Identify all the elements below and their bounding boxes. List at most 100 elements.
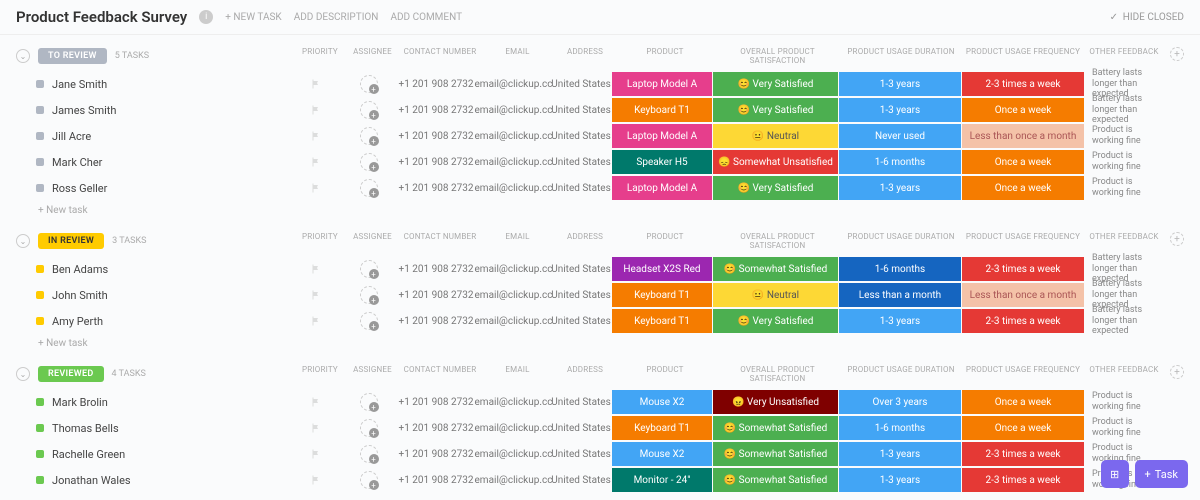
address-cell[interactable]: United States <box>551 257 611 281</box>
collapse-icon[interactable]: ⌄ <box>16 234 30 248</box>
task-name[interactable]: Ben Adams <box>52 263 283 276</box>
product-cell[interactable]: Mouse X2 <box>612 442 712 466</box>
email-cell[interactable]: email@clickup.cc <box>476 442 551 466</box>
assignee-cell[interactable]: + <box>341 257 396 281</box>
task-name[interactable]: Jill Acre <box>52 130 283 143</box>
satisfaction-cell[interactable]: 😊 Somewhat Satisfied <box>713 416 838 440</box>
col-header-email[interactable]: EMAIL <box>480 232 555 250</box>
assignee-cell[interactable]: + <box>341 72 396 96</box>
collapse-icon[interactable]: ⌄ <box>16 49 30 63</box>
col-header-frequency[interactable]: PRODUCT USAGE FREQUENCY <box>962 232 1084 250</box>
frequency-cell[interactable]: Once a week <box>962 176 1084 200</box>
feedback-cell[interactable]: Battery lasts longer than expected <box>1084 98 1164 122</box>
col-header-frequency[interactable]: PRODUCT USAGE FREQUENCY <box>962 365 1084 383</box>
satisfaction-cell[interactable]: 😊 Very Satisfied <box>713 176 838 200</box>
status-label[interactable]: IN REVIEW <box>38 233 104 249</box>
address-cell[interactable]: United States <box>551 468 611 492</box>
duration-cell[interactable]: 1-6 months <box>839 150 961 174</box>
duration-cell[interactable]: 1-3 years <box>839 72 961 96</box>
col-header-feedback[interactable]: OTHER FEEDBACK <box>1084 47 1164 65</box>
col-header-product[interactable]: PRODUCT <box>615 47 715 65</box>
assignee-cell[interactable]: + <box>341 150 396 174</box>
contact-cell[interactable]: +1 201 908 2732 <box>396 98 476 122</box>
col-header-assignee[interactable]: ASSIGNEE <box>345 365 400 383</box>
add-column-button[interactable]: + <box>1170 47 1184 61</box>
address-cell[interactable]: United States <box>551 124 611 148</box>
product-cell[interactable]: Keyboard T1 <box>612 283 712 307</box>
fab-grid-button[interactable]: ⊞ <box>1101 460 1129 488</box>
duration-cell[interactable]: Over 3 years <box>839 390 961 414</box>
contact-cell[interactable]: +1 201 908 2732 <box>396 416 476 440</box>
email-cell[interactable]: email@clickup.cc <box>476 150 551 174</box>
satisfaction-cell[interactable]: 😊 Very Satisfied <box>713 309 838 333</box>
contact-cell[interactable]: +1 201 908 2732 <box>396 283 476 307</box>
address-cell[interactable]: United States <box>551 176 611 200</box>
task-name[interactable]: Amy Perth <box>52 315 283 328</box>
collapse-icon[interactable]: ⌄ <box>16 367 30 381</box>
col-header-address[interactable]: ADDRESS <box>555 365 615 383</box>
status-dot[interactable] <box>36 132 44 140</box>
product-cell[interactable]: Laptop Model A <box>612 72 712 96</box>
new-task-row[interactable]: + New task <box>0 201 1200 220</box>
email-cell[interactable]: email@clickup.cc <box>476 257 551 281</box>
product-cell[interactable]: Keyboard T1 <box>612 309 712 333</box>
assignee-cell[interactable]: + <box>341 416 396 440</box>
frequency-cell[interactable]: 2-3 times a week <box>962 442 1084 466</box>
email-cell[interactable]: email@clickup.cc <box>476 124 551 148</box>
priority-cell[interactable] <box>291 72 341 96</box>
satisfaction-cell[interactable]: 😊 Somewhat Satisfied <box>713 468 838 492</box>
col-header-feedback[interactable]: OTHER FEEDBACK <box>1084 232 1164 250</box>
frequency-cell[interactable]: Once a week <box>962 98 1084 122</box>
satisfaction-cell[interactable]: 😊 Very Satisfied <box>713 98 838 122</box>
add-column-button[interactable]: + <box>1170 232 1184 246</box>
contact-cell[interactable]: +1 201 908 2732 <box>396 72 476 96</box>
col-header-contact[interactable]: CONTACT NUMBER <box>400 365 480 383</box>
status-dot[interactable] <box>36 265 44 273</box>
priority-cell[interactable] <box>291 98 341 122</box>
product-cell[interactable]: Keyboard T1 <box>612 98 712 122</box>
address-cell[interactable]: United States <box>551 442 611 466</box>
feedback-cell[interactable]: Product is working fine <box>1084 150 1164 174</box>
priority-cell[interactable] <box>291 442 341 466</box>
col-header-contact[interactable]: CONTACT NUMBER <box>400 47 480 65</box>
col-header-satisfaction[interactable]: OVERALL PRODUCT SATISFACTION <box>715 232 840 250</box>
contact-cell[interactable]: +1 201 908 2732 <box>396 442 476 466</box>
col-header-satisfaction[interactable]: OVERALL PRODUCT SATISFACTION <box>715 47 840 65</box>
satisfaction-cell[interactable]: 😞 Somewhat Unsatisfied <box>713 150 838 174</box>
product-cell[interactable]: Speaker H5 <box>612 150 712 174</box>
email-cell[interactable]: email@clickup.cc <box>476 468 551 492</box>
frequency-cell[interactable]: 2-3 times a week <box>962 72 1084 96</box>
frequency-cell[interactable]: 2-3 times a week <box>962 257 1084 281</box>
satisfaction-cell[interactable]: 😊 Somewhat Satisfied <box>713 257 838 281</box>
frequency-cell[interactable]: Once a week <box>962 390 1084 414</box>
assignee-cell[interactable]: + <box>341 176 396 200</box>
email-cell[interactable]: email@clickup.cc <box>476 72 551 96</box>
fab-task-button[interactable]: + Task <box>1135 460 1188 488</box>
feedback-cell[interactable]: Product is working fine <box>1084 416 1164 440</box>
duration-cell[interactable]: 1-6 months <box>839 257 961 281</box>
task-name[interactable]: Jane Smith <box>52 78 283 91</box>
status-dot[interactable] <box>36 291 44 299</box>
col-header-address[interactable]: ADDRESS <box>555 47 615 65</box>
assignee-cell[interactable]: + <box>341 283 396 307</box>
satisfaction-cell[interactable]: 😊 Very Satisfied <box>713 72 838 96</box>
col-header-product[interactable]: PRODUCT <box>615 365 715 383</box>
info-icon[interactable]: i <box>199 10 213 24</box>
task-name[interactable]: Thomas Bells <box>52 422 283 435</box>
product-cell[interactable]: Monitor - 24" <box>612 468 712 492</box>
col-header-priority[interactable]: PRIORITY <box>295 47 345 65</box>
priority-cell[interactable] <box>291 150 341 174</box>
priority-cell[interactable] <box>291 390 341 414</box>
status-dot[interactable] <box>36 317 44 325</box>
contact-cell[interactable]: +1 201 908 2732 <box>396 176 476 200</box>
assignee-cell[interactable]: + <box>341 124 396 148</box>
col-header-contact[interactable]: CONTACT NUMBER <box>400 232 480 250</box>
col-header-duration[interactable]: PRODUCT USAGE DURATION <box>840 365 962 383</box>
priority-cell[interactable] <box>291 416 341 440</box>
priority-cell[interactable] <box>291 468 341 492</box>
satisfaction-cell[interactable]: 😐 Neutral <box>713 283 838 307</box>
email-cell[interactable]: email@clickup.cc <box>476 390 551 414</box>
assignee-cell[interactable]: + <box>341 309 396 333</box>
task-name[interactable]: Mark Cher <box>52 156 283 169</box>
duration-cell[interactable]: 1-3 years <box>839 98 961 122</box>
